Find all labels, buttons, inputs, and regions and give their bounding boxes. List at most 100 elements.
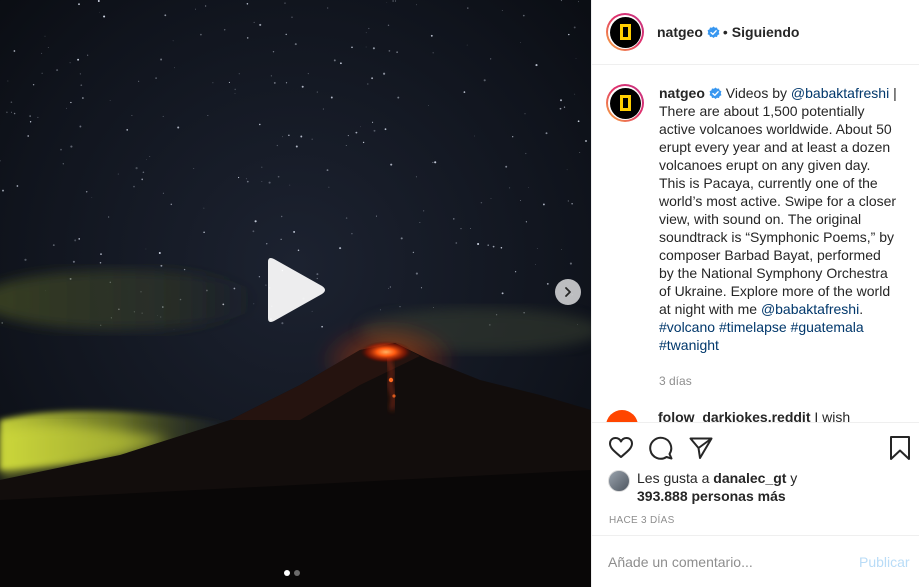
star	[205, 5, 207, 7]
star	[160, 264, 163, 267]
save-button[interactable]	[887, 435, 913, 461]
star	[487, 244, 489, 246]
star	[351, 232, 353, 235]
star	[29, 115, 31, 117]
star	[316, 91, 318, 93]
star	[509, 187, 511, 189]
star	[294, 43, 297, 46]
star	[78, 3, 80, 6]
star	[345, 145, 347, 146]
star	[174, 67, 176, 69]
star	[514, 271, 517, 273]
hashtag-link[interactable]: #guatemala	[791, 319, 864, 335]
star	[372, 47, 375, 50]
caption-end: .	[859, 301, 864, 317]
paper-plane-icon	[689, 437, 713, 459]
star	[326, 169, 329, 172]
star	[6, 111, 8, 114]
star	[109, 99, 111, 101]
star	[10, 101, 13, 103]
post-timestamp[interactable]: Hace 3 días	[609, 515, 675, 526]
star	[433, 307, 435, 308]
star	[295, 145, 298, 148]
follow-status-button[interactable]: Siguiendo	[732, 24, 800, 40]
star	[528, 187, 529, 188]
caption-lead: Videos by	[721, 85, 791, 101]
star	[396, 51, 398, 53]
star	[400, 237, 403, 240]
play-button[interactable]	[262, 256, 328, 324]
comments-list[interactable]: natgeo Videos by @babaktafreshi | There …	[592, 66, 919, 422]
star	[578, 1, 579, 3]
post-media-video[interactable]	[0, 0, 591, 587]
star	[74, 239, 77, 242]
hashtag-link[interactable]: #twanight	[659, 337, 719, 353]
star	[276, 144, 278, 147]
mention-link[interactable]: @babaktafreshi	[761, 301, 859, 317]
star	[512, 136, 514, 138]
star	[397, 96, 400, 99]
star	[285, 82, 288, 84]
comment-icon	[649, 436, 673, 460]
star	[490, 197, 492, 199]
star	[164, 14, 167, 17]
star	[99, 261, 102, 264]
star	[501, 292, 504, 295]
star	[259, 23, 262, 26]
star	[412, 251, 415, 254]
liker-avatar[interactable]	[608, 470, 630, 492]
star	[460, 228, 462, 230]
star	[390, 163, 393, 166]
star	[360, 126, 361, 128]
natgeo-logo-icon	[619, 24, 631, 40]
star	[416, 4, 417, 6]
liker-username[interactable]: danalec_gt	[713, 470, 786, 486]
author-avatar[interactable]	[606, 13, 644, 51]
author-username[interactable]: natgeo	[657, 24, 703, 40]
commenter-username[interactable]: folow_darkjokes.reddit	[658, 409, 810, 422]
star	[234, 88, 236, 91]
caption-age[interactable]: 3 días	[659, 374, 692, 388]
star	[203, 231, 205, 233]
star	[246, 3, 249, 5]
star	[432, 52, 434, 54]
star	[372, 121, 374, 123]
star	[289, 184, 291, 186]
like-button[interactable]	[608, 435, 634, 461]
star	[542, 203, 545, 206]
star	[566, 169, 568, 171]
star	[87, 54, 89, 56]
comment-button[interactable]	[648, 435, 674, 461]
mention-link[interactable]: @babaktafreshi	[791, 85, 889, 101]
star	[261, 166, 263, 168]
caption-body: | There are about 1,500 potentially acti…	[659, 85, 897, 317]
star	[135, 167, 138, 170]
hashtag-link[interactable]: #volcano	[659, 319, 715, 335]
star	[293, 230, 296, 233]
likes-count[interactable]: 393.888 personas más	[637, 488, 786, 504]
natgeo-logo-icon	[619, 95, 631, 111]
caption-author-avatar[interactable]	[606, 84, 644, 122]
commenter-avatar[interactable]	[606, 410, 638, 422]
post-header: natgeo • Siguiendo	[592, 0, 919, 65]
star	[467, 7, 469, 9]
star	[228, 81, 230, 83]
publish-button[interactable]: Publicar	[859, 554, 910, 570]
star	[195, 8, 196, 10]
next-slide-button[interactable]	[555, 279, 581, 305]
caption-username[interactable]: natgeo	[659, 85, 705, 101]
likes-text: Les gusta a danalec_gt y 393.888 personas…	[637, 469, 797, 505]
star	[70, 145, 73, 148]
star	[327, 7, 329, 9]
star	[41, 72, 43, 74]
star	[77, 58, 80, 61]
comment-item: folow_darkjokes.reddit I wish	[606, 409, 850, 422]
hashtag-link[interactable]: #timelapse	[719, 319, 787, 335]
star	[297, 249, 300, 252]
star	[470, 228, 471, 229]
comment-input[interactable]	[608, 553, 848, 570]
star	[212, 82, 214, 84]
star	[474, 135, 475, 137]
star	[365, 32, 367, 34]
share-button[interactable]	[688, 435, 714, 461]
